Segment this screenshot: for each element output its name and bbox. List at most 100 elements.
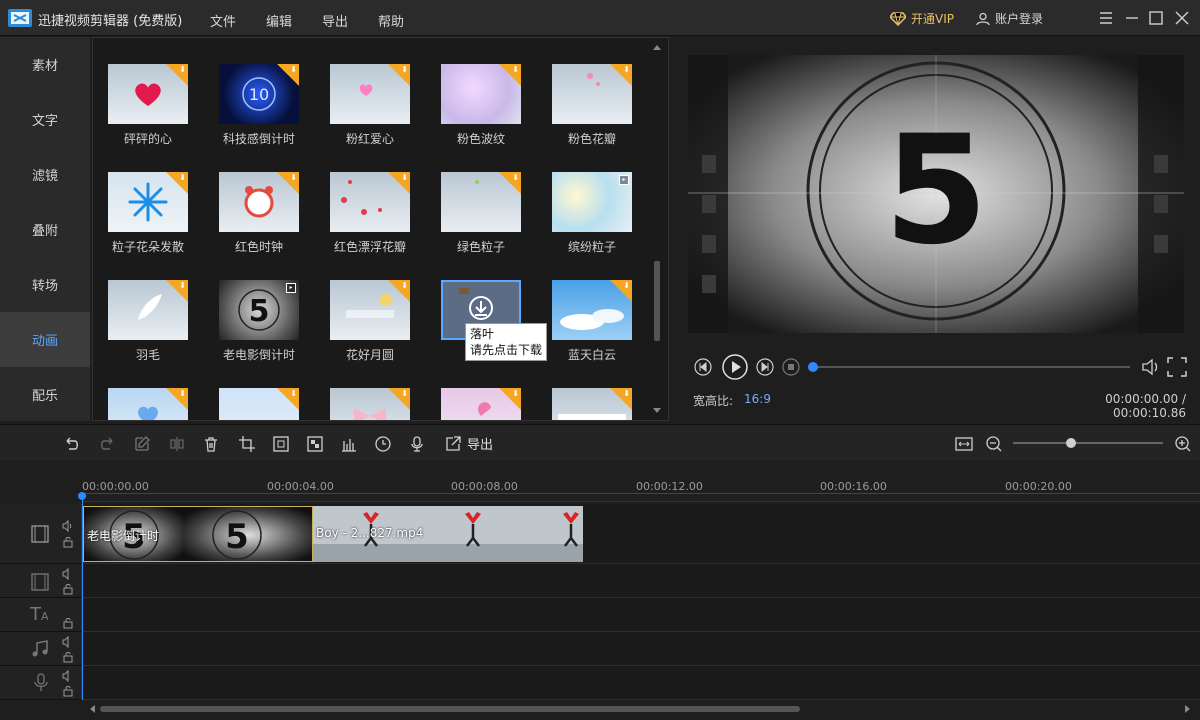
nav-item-material[interactable]: 素材	[0, 37, 90, 92]
download-icon: ⬇	[290, 173, 297, 182]
timeline-ruler[interactable]: 00:00:00.00 00:00:04.00 00:00:08.00 00:0…	[78, 470, 1200, 502]
edit-icon[interactable]	[133, 435, 151, 453]
tile-label: 老电影倒计时	[222, 348, 295, 362]
tile-pink-petal[interactable]: ⬇ 粉色花瓣	[552, 64, 632, 147]
lock-icon[interactable]	[62, 617, 74, 629]
nav-label: 配乐	[31, 389, 58, 404]
nav-item-filter[interactable]: 滤镜	[0, 147, 90, 202]
zoom-in-icon[interactable]	[1174, 435, 1192, 453]
fullscreen-icon[interactable]	[1166, 356, 1188, 378]
zoom-slider-knob[interactable]	[1066, 438, 1076, 448]
title-bar: 迅捷视频剪辑器 (免费版) 文件 编辑 导出 帮助 开通VIP 账户登录	[0, 0, 1200, 36]
ruler-baseline	[82, 493, 1200, 494]
volume-icon[interactable]	[1140, 356, 1162, 378]
tile-white-frame[interactable]: ⬇	[552, 388, 632, 420]
tile-blue-heart[interactable]: ⬇	[108, 388, 188, 420]
redo-icon[interactable]	[98, 435, 116, 453]
menu-export[interactable]: 导出	[322, 11, 348, 30]
login-label: 账户登录	[995, 12, 1044, 26]
nav-item-text[interactable]: 文字	[0, 92, 90, 147]
lock-icon[interactable]	[62, 651, 74, 663]
nav-item-transition[interactable]: 转场	[0, 257, 90, 312]
undo-icon[interactable]	[63, 435, 81, 453]
microphone-icon[interactable]	[408, 435, 426, 453]
grid-scrollbar[interactable]	[652, 45, 662, 413]
lock-icon[interactable]	[62, 536, 74, 548]
download-icon: ⬇	[290, 65, 297, 74]
menu-edit[interactable]: 编辑	[266, 11, 292, 30]
tile-pink-bow[interactable]: ⬇	[330, 388, 410, 420]
export-icon[interactable]	[444, 435, 462, 453]
tile-moon-reunion[interactable]: ⬇ 花好月圆	[330, 280, 410, 363]
menu-icon[interactable]	[1098, 10, 1114, 26]
progress-knob[interactable]	[808, 362, 818, 372]
lock-icon[interactable]	[62, 685, 74, 697]
close-icon[interactable]	[1174, 10, 1190, 26]
tile-blue-sky[interactable]: ⬇ 蓝天白云	[552, 280, 632, 363]
volume-icon[interactable]	[62, 520, 74, 532]
tile-tech-countdown[interactable]: 10 ⬇ 科技感倒计时	[219, 64, 299, 147]
ruler-tick-label: 00:00:20.00	[1005, 480, 1072, 493]
tile-particle-flower[interactable]: ⬇ 粒子花朵发散	[108, 172, 188, 255]
volume-icon[interactable]	[62, 670, 74, 682]
tile-red-clock[interactable]: ⬇ 红色时钟	[219, 172, 299, 255]
zoom-out-icon[interactable]	[985, 435, 1003, 453]
delete-icon[interactable]	[202, 435, 220, 453]
tile-feather[interactable]: ⬇ 羽毛	[108, 280, 188, 363]
tile-thumbnail: ⬇	[219, 388, 299, 420]
minimize-icon[interactable]	[1124, 10, 1140, 26]
tile-label: 缤纷粒子	[567, 240, 616, 254]
clock-icon[interactable]	[374, 435, 392, 453]
volume-icon[interactable]	[62, 636, 74, 648]
tile-red-floating-petal[interactable]: ⬇ 红色漂浮花瓣	[330, 172, 410, 255]
menu-help[interactable]: 帮助	[378, 11, 404, 30]
tile-green-particle[interactable]: ⬇ 绿色粒子	[441, 172, 521, 255]
vip-button[interactable]: 开通VIP	[890, 10, 954, 27]
tile-pounding-heart[interactable]: ⬇ 砰砰的心	[108, 64, 188, 147]
export-label[interactable]: 导出	[467, 434, 493, 453]
maximize-icon[interactable]	[1148, 10, 1164, 26]
volume-icon[interactable]	[62, 568, 74, 580]
tile-pink-heart[interactable]: ⬇ 粉红爱心	[330, 64, 410, 147]
crop-icon[interactable]	[238, 435, 256, 453]
ruler-tick-label: 00:00:08.00	[451, 480, 518, 493]
zoom-slider-track[interactable]	[1013, 442, 1163, 444]
track-text[interactable]	[82, 598, 1200, 632]
tile-old-film-countdown[interactable]: 5 ▸ 老电影倒计时	[219, 280, 299, 363]
previous-frame-icon[interactable]	[694, 358, 712, 376]
tile-colorful-particle[interactable]: ▸ 缤纷粒子	[552, 172, 632, 255]
tile-label: 科技感倒计时	[222, 132, 295, 146]
audio-wave-icon[interactable]	[340, 435, 358, 453]
tile-pink-ripple[interactable]: ⬇ 粉色波纹	[441, 64, 521, 147]
tile-blue-bubble[interactable]: ⬇	[219, 388, 299, 420]
menu-file[interactable]: 文件	[210, 11, 236, 30]
progress-track[interactable]	[810, 366, 1130, 368]
ruler-tick-label: 00:00:12.00	[636, 480, 703, 493]
video-preview[interactable]: 5	[688, 55, 1184, 333]
split-icon[interactable]	[168, 435, 186, 453]
play-icon[interactable]	[722, 354, 748, 380]
track-voice[interactable]	[82, 666, 1200, 700]
nav-item-music[interactable]: 配乐	[0, 367, 90, 422]
resize-icon[interactable]	[272, 435, 290, 453]
fit-timeline-icon[interactable]	[955, 435, 973, 453]
lock-icon[interactable]	[62, 583, 74, 595]
playhead-handle[interactable]	[78, 492, 86, 500]
nav-label: 滤镜	[31, 169, 58, 184]
tile-label: 粒子花朵发散	[111, 240, 184, 254]
timeline-toolbar	[0, 424, 1200, 460]
download-icon: ⬇	[179, 281, 186, 290]
timeline-scrollbar[interactable]	[90, 703, 1190, 715]
stop-icon[interactable]	[782, 358, 800, 376]
login-button[interactable]: 账户登录	[976, 10, 1043, 27]
mosaic-icon[interactable]	[306, 435, 324, 453]
aspect-ratio-value[interactable]: 16:9	[744, 392, 771, 406]
timeline-clip-boy-video[interactable]: Boy - 2...827.mp4	[313, 506, 583, 562]
nav-item-overlay[interactable]: 叠附	[0, 202, 90, 257]
nav-item-animation[interactable]: 动画	[0, 312, 90, 367]
track-overlay[interactable]	[82, 564, 1200, 598]
tile-pink-butterfly[interactable]: ⬇	[441, 388, 521, 420]
next-frame-icon[interactable]	[756, 358, 774, 376]
timeline-clip-film-countdown[interactable]: 5 5 老电影倒计时	[83, 506, 313, 562]
track-music[interactable]	[82, 632, 1200, 666]
